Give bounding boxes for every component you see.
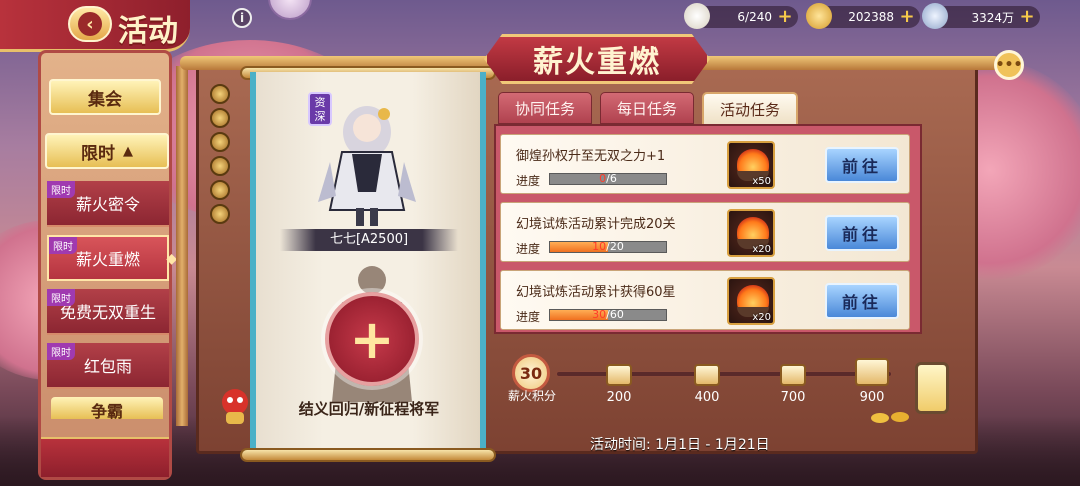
info-icon[interactable]: i [232,8,252,28]
activity-header: ‹ 活动 [0,0,190,52]
frame-post-left [176,66,188,426]
lion-mascot-icon [222,389,248,424]
tab-label: 协同任务 [514,99,575,118]
reward-count: x50 [752,176,771,187]
gold-coins-icon [871,412,909,423]
moon-ornament-icon [268,0,312,20]
limited-tag: 限时 [47,289,75,306]
go-button[interactable]: 前往 [825,147,899,183]
character-name: 七七[A2500] [280,229,458,251]
task-row: 幻境试炼活动累计完成20关 进度 10/20 x20 前往 [500,202,910,262]
points-value: 30 [519,363,543,383]
activity-time: 活动时间: 1月1日 - 1月21日 [590,437,770,453]
silver-value: 3324万 [971,10,1014,25]
sidebar-item-label: 争霸 [90,402,123,419]
tab-label: 活动任务 [719,100,780,119]
progress-label: 进度 [516,242,541,256]
points-label: 薪火积分 [507,389,556,403]
progress-total: /6 [606,172,617,185]
sidebar-gathering-label: 集会 [88,89,122,110]
progress-label: 进度 [516,174,541,188]
tab-cooperative-tasks[interactable]: 协同任务 [498,92,592,124]
reward-chest-200[interactable] [606,364,632,386]
task-title: 御煌孙权升至无双之力+1 [516,149,666,164]
sidebar-gathering-button[interactable]: 集会 [49,79,161,115]
reward-chest-400[interactable] [694,364,720,386]
progress-label: 进度 [516,310,541,324]
progress-total: /60 [606,308,624,321]
milestone-value: 200 [606,390,632,405]
bead-ornament [208,84,232,230]
sidebar-item-label: 薪火密令 [75,195,140,214]
stamina-counter: 6/240 + [684,3,798,29]
limited-tag: 限时 [47,181,75,198]
chevron-up-icon: ▲ [123,143,133,159]
progress-current: 10 [592,240,607,253]
lantern-icon [915,362,949,414]
scroll-rod-bottom [240,448,496,462]
go-label: 前往 [841,293,882,312]
go-button[interactable]: 前往 [825,283,899,319]
sidebar-item-red-envelope[interactable]: 限时 红包雨 [47,343,169,389]
silver-coin-icon [922,3,948,29]
milestone-value: 900 [859,390,885,405]
go-label: 前往 [841,157,882,176]
task-row: 幻境试炼活动累计获得60星 进度 30/60 x20 前往 [500,270,910,330]
sidebar-item-free-rebirth[interactable]: 限时 免费无双重生 [47,289,169,335]
tab-label: 每日任务 [616,99,677,118]
section-label: 限时 [81,143,115,164]
sidebar-item-partial[interactable]: 争霸 [51,397,163,419]
silver-counter: 3324万 + [922,3,1040,29]
reward-count: x20 [752,244,771,255]
reward-chest-900[interactable] [855,358,889,386]
ingot-value: 202388 [848,10,894,24]
progress-bar: 0/6 [549,172,667,185]
sidebar-footer-ornament [41,437,169,477]
plus-icon: + [349,307,395,371]
reward-item[interactable]: x20 [727,209,775,257]
add-silver-button[interactable]: + [1018,8,1036,26]
add-stamina-button[interactable]: + [776,8,794,26]
task-title: 幻境试炼活动累计获得60星 [516,285,676,300]
event-title-banner: 薪火重燃 [484,34,710,84]
veteran-badge: 资深 [308,92,332,126]
sidebar-item-label: 薪火重燃 [75,250,140,269]
reward-count: x20 [752,312,771,323]
go-button[interactable]: 前往 [825,215,899,251]
stamina-value: 6/240 [737,10,772,24]
progress-bar: 10/20 [549,240,667,253]
milestone-value: 700 [780,390,806,405]
back-button[interactable]: ‹ [68,6,112,42]
task-title: 幻境试炼活动累计完成20关 [516,217,676,232]
limited-tag: 限时 [49,237,77,254]
limited-tag: 限时 [47,343,75,360]
tab-event-tasks[interactable]: 活动任务 [702,92,798,124]
bun-icon [684,3,710,29]
go-label: 前往 [841,225,882,244]
add-ingot-button[interactable]: + [898,8,916,26]
reward-item[interactable]: x20 [727,277,775,325]
chevron-left-icon: ‹ [78,12,102,36]
milestone-value: 400 [694,390,720,405]
page-title: 活动 [118,14,178,49]
sidebar-item-xinhuo-chongran[interactable]: 限时 薪火重燃 ◆ [47,235,177,281]
event-title: 薪火重燃 [533,45,661,80]
progress-total: /20 [606,240,624,253]
chat-bubble-icon[interactable]: ••• [994,50,1024,80]
reward-chest-700[interactable] [780,364,806,386]
recruit-text: 结义回归/新征程将军 [298,400,440,418]
activity-sidebar: 集会 限时 ▲ 限时 薪火密令 限时 薪火重燃 ◆ 限时 免费无双重生 限时 红… [38,50,177,480]
progress-bar: 30/60 [549,308,667,321]
sidebar-item-label: 红包雨 [83,357,132,376]
tab-daily-tasks[interactable]: 每日任务 [600,92,694,124]
gold-ingot-icon [806,3,832,29]
sidebar-section-limited[interactable]: 限时 ▲ [45,133,169,169]
reward-item[interactable]: x50 [727,141,775,189]
sidebar-item-xinhuo-miling[interactable]: 限时 薪火密令 [47,181,169,227]
progress-current: 30 [592,308,607,321]
task-row: 御煌孙权升至无双之力+1 进度 0/6 x50 前往 [500,134,910,194]
recruit-plus-button[interactable]: + [325,292,419,386]
ingot-counter: 202388 + [806,3,920,29]
